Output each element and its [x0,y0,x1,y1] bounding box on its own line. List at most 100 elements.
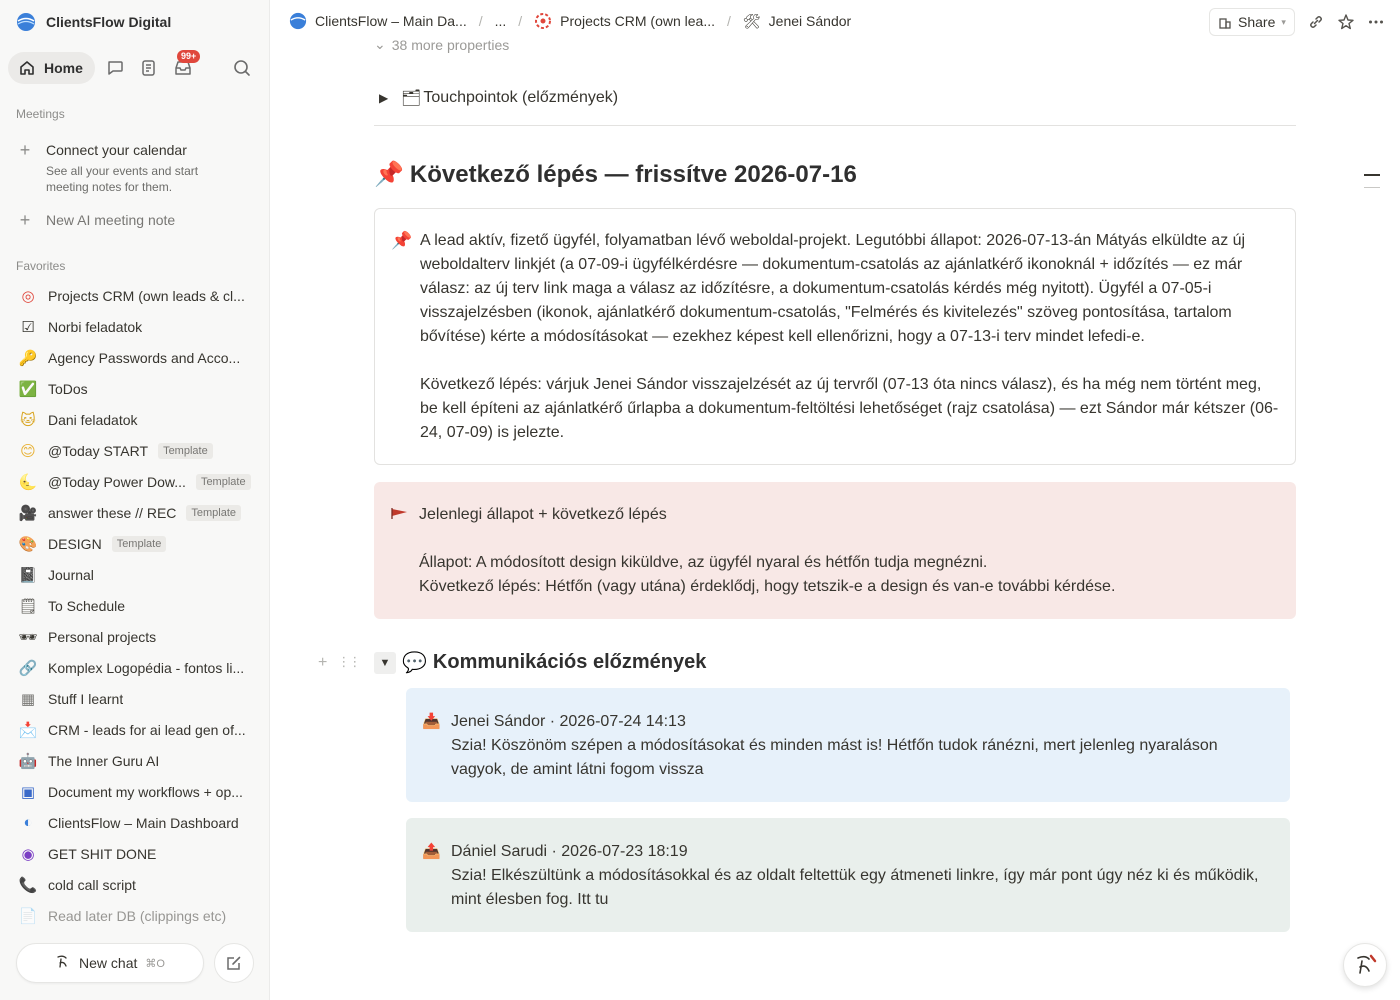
tools-icon: 🛠 [742,12,761,29]
sunglasses-icon: 🕶 [18,628,38,646]
favorite-item[interactable]: 🕶 Personal projects [8,621,262,652]
breadcrumb-item-projects-crm[interactable]: Projects CRM (own lea... [534,12,715,30]
outbox-tray-icon: 📤 [422,843,441,860]
add-block-icon[interactable]: + [318,654,327,672]
favorite-item-label: ClientsFlow – Main Dashboard [48,814,239,831]
triangle-right-icon: ▶ [379,91,389,105]
target-icon: ◎ [21,287,35,305]
cat-icon: 🐱 [20,411,36,429]
message-text: Szia! Elkészültünk a módosításokkal és a… [451,867,1259,908]
message-callout: 📥 Jenei Sándor · 2026-07-24 14:13 Szia! … [406,688,1290,802]
favorite-item[interactable]: ◐ ClientsFlow – Main Dashboard [8,807,262,838]
communication-heading[interactable]: ▼ 💬 Kommunikációs előzmények [374,650,706,675]
new-chat-button[interactable]: New chat ⌘O [16,943,204,983]
favorite-item[interactable]: 🗒 To Schedule [8,590,262,621]
toc-indicator[interactable] [1364,187,1380,188]
list-icon: 🗒 [18,597,38,615]
sidebar: ClientsFlow Digital Home 99+ Meetings + … [0,0,270,1000]
favorite-item[interactable]: 📩 CRM - leads for ai lead gen of... [8,714,262,745]
breadcrumb-ellipsis[interactable]: ... [495,13,507,29]
favorite-item[interactable]: 🤖 The Inner Guru AI [8,745,262,776]
inbox-tray-icon: 📩 [18,721,38,739]
favorite-item[interactable]: ▦ Stuff I learnt [8,683,262,714]
meeting-notes-icon[interactable] [139,58,159,78]
link-icon[interactable] [1306,12,1326,32]
favorite-item[interactable]: 📞 cold call script [8,869,262,900]
breadcrumb-separator: / [478,13,483,29]
status-title: Jelenlegi állapot + következő lépés [419,506,667,523]
favorite-item-label: Komplex Logopédia - fontos li... [48,659,245,676]
favorite-item-label: cold call script [48,876,136,893]
favorite-item[interactable]: ✅ ToDos [8,373,262,404]
target-icon [535,13,552,29]
status-line-state: Állapot: A módosított design kiküldve, a… [419,554,988,571]
compose-button[interactable] [214,943,254,983]
meetings-section: + Connect your calendar See all your eve… [16,140,256,230]
new-ai-meeting-note-label: New AI meeting note [46,212,176,228]
more-options-icon[interactable] [1366,12,1386,32]
connect-calendar-button[interactable]: + Connect your calendar [16,140,256,160]
check-icon: ✅ [18,380,38,398]
phone-icon: 📞 [18,876,38,894]
link-icon: 🔗 [18,659,38,677]
favorite-item-label: The Inner Guru AI [48,752,160,769]
search-icon[interactable] [232,58,252,78]
template-tag: Template [195,473,251,490]
favorite-item-label: Personal projects [48,628,157,645]
ai-assistant-button[interactable] [1343,943,1387,987]
inbox-badge: 99+ [177,50,201,63]
next-step-heading-text: Következő lépés — frissítve 2026-07-16 [409,160,857,188]
template-tag: Template [111,535,167,552]
block-controls: + ⋮⋮ [318,654,361,672]
breadcrumb-item-current-page[interactable]: 🛠 Jenei Sándor [743,13,851,30]
home-icon [20,61,34,75]
favorite-item-label: GET SHIT DONE [48,845,157,862]
favorite-item[interactable]: 🐱 Dani feladatok [8,404,262,435]
favorite-item[interactable]: 🔑 Agency Passwords and Acco... [8,342,262,373]
summary-callout: 📌 A lead aktív, fizető ügyfél, folyamatb… [374,208,1296,465]
favorite-item[interactable]: ▣ Document my workflows + op... [8,776,262,807]
ai-face-icon [1357,954,1377,974]
drag-handle-icon[interactable]: ⋮⋮ [337,654,361,672]
favorite-item-label: Agency Passwords and Acco... [48,349,241,366]
plus-icon: + [19,140,31,160]
favorite-item-label: @Today Power Dow... [48,473,186,490]
favorite-item[interactable]: ◎ Projects CRM (own leads & cl... [8,280,262,311]
building-icon [1219,18,1231,29]
favorite-item[interactable]: 🔗 Komplex Logopédia - fontos li... [8,652,262,683]
status-line-next: Következő lépés: Hétfőn (vagy utána) érd… [419,578,1116,595]
favorite-item-label: To Schedule [48,597,126,614]
favorite-item-label: ToDos [48,380,88,397]
touchpoints-toggle[interactable]: ▶ 🗂 Touchpointok (előzmények) [379,88,618,108]
favorite-item[interactable]: 📄 Read later DB (clippings etc) [8,900,262,931]
favorite-item[interactable]: 🎨 DESIGN Template [8,528,262,559]
summary-paragraph-2: Következő lépés: várjuk Jenei Sándor vis… [420,376,1279,441]
share-button[interactable]: Share ▾ [1209,8,1295,36]
new-chat-label: New chat [79,955,138,971]
breadcrumb-item-dashboard[interactable]: ClientsFlow – Main Da... [289,12,467,30]
breadcrumb-label: Projects CRM (own lea... [560,13,715,29]
favorite-item[interactable]: 🎥 answer these // REC Template [8,497,262,528]
star-icon[interactable] [1336,12,1356,32]
triangle-down-icon[interactable]: ▼ [374,651,396,674]
favorite-item[interactable]: ☑ Norbi feladatok [8,311,262,342]
new-ai-meeting-note-button[interactable]: + New AI meeting note [16,210,256,230]
workspace-switcher[interactable]: ClientsFlow Digital [16,11,171,33]
chip-icon: ▣ [20,783,36,801]
favorite-item-label: CRM - leads for ai lead gen of... [48,721,246,738]
favorite-item[interactable]: ◉ GET SHIT DONE [8,838,262,869]
chat-bubble-icon[interactable] [105,58,125,78]
favorite-item[interactable]: 😊 @Today START Template [8,435,262,466]
message-body: Jenei Sándor · 2026-07-24 14:13 Szia! Kö… [451,710,1274,786]
home-button[interactable]: Home [8,52,95,84]
favorite-item[interactable]: 📓 Journal [8,559,262,590]
favorite-item[interactable]: 🌜 @Today Power Dow... Template [8,466,262,497]
favorite-item-label: Norbi feladatok [48,318,143,335]
template-tag: Template [158,442,213,459]
checkbox-icon: ☑ [21,318,35,336]
speech-bubble-icon: 💬 [402,652,427,674]
toc-indicator[interactable] [1364,174,1380,176]
more-properties-toggle[interactable]: ⌄ 38 more properties [374,36,509,53]
globe-icon: ◐ [23,814,33,831]
ai-face-icon [55,954,71,973]
